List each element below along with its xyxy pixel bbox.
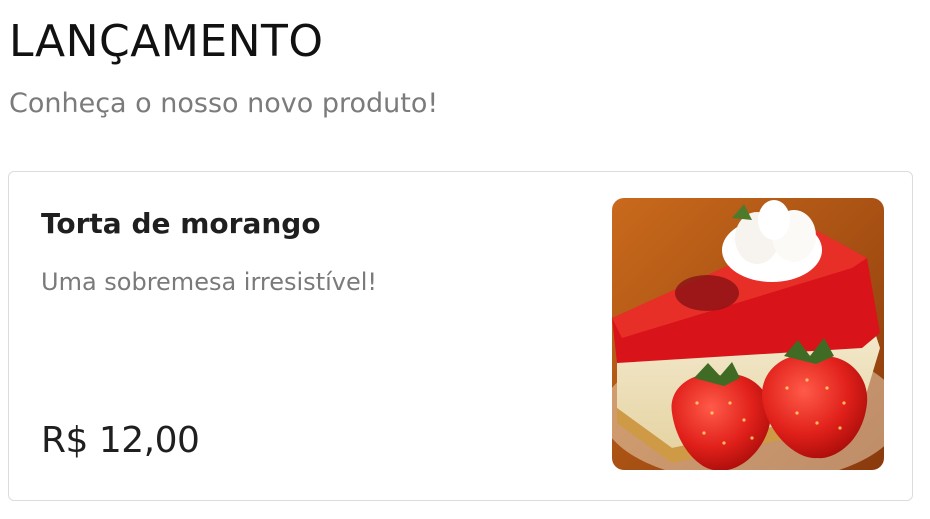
strawberry-cheesecake-image [612,198,884,470]
product-card[interactable]: Torta de morango Uma sobremesa irresistí… [8,171,913,501]
product-price: R$ 12,00 [41,420,200,461]
product-description: Uma sobremesa irresistível! [41,268,378,296]
section-title: LANÇAMENTO [9,16,324,67]
section-subtitle: Conheça o nosso novo produto! [9,88,439,119]
product-image[interactable] [612,198,884,470]
product-name: Torta de morango [41,207,321,240]
